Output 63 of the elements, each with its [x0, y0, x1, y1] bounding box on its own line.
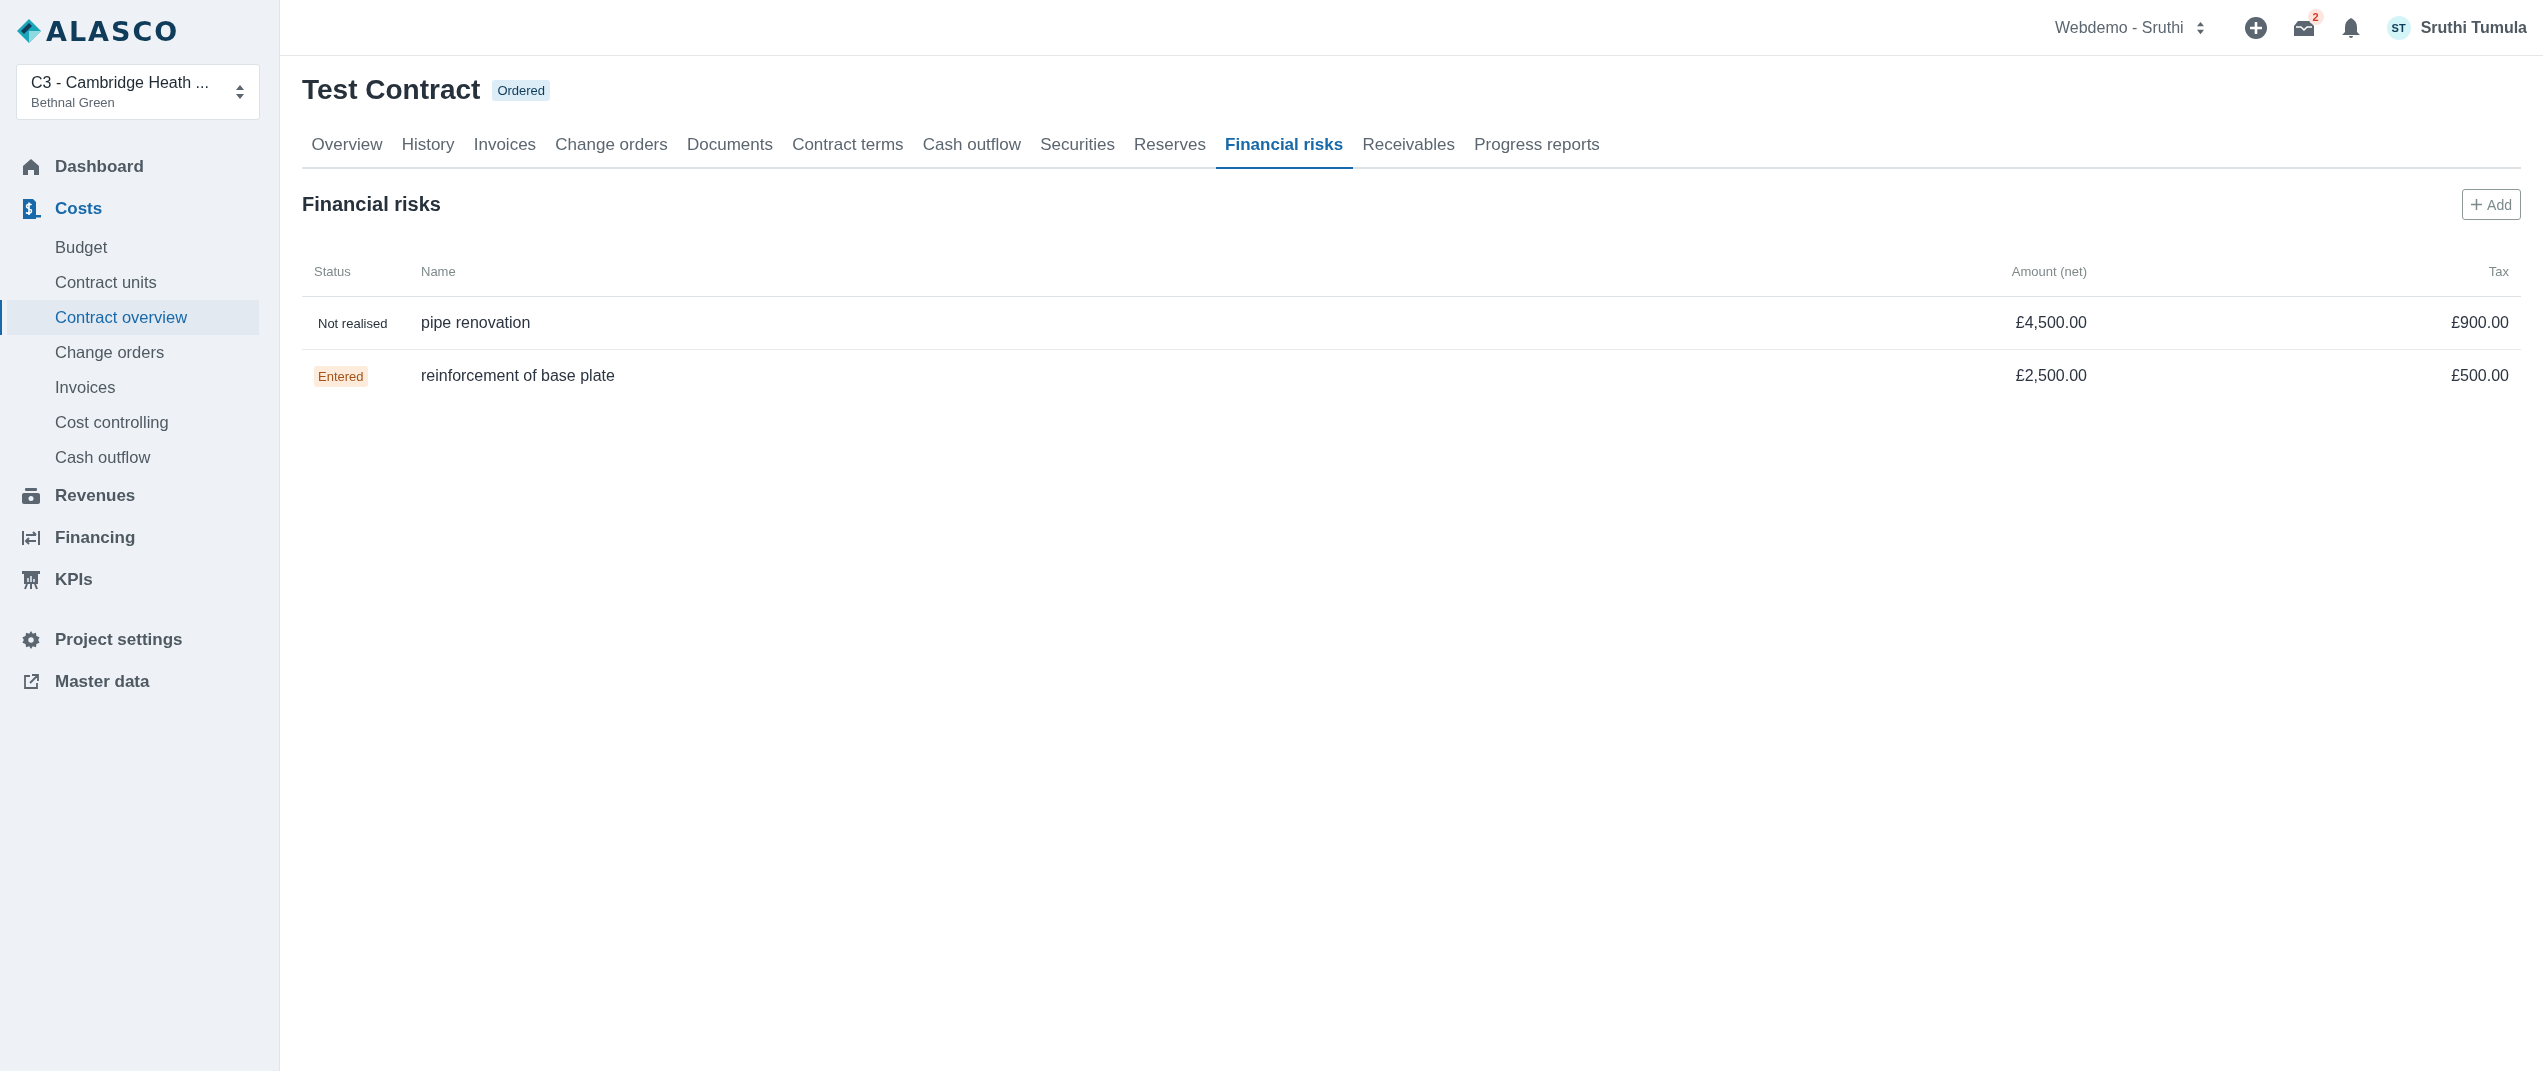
nav-item[interactable]: Costs — [0, 188, 279, 230]
tab[interactable]: Progress reports — [1464, 124, 1610, 169]
column-header: Tax — [2088, 246, 2521, 297]
nav-item[interactable]: Master data — [0, 661, 279, 703]
nav-item[interactable]: Dashboard — [0, 146, 279, 188]
project-selector[interactable]: C3 - Cambridge Heath ... Bethnal Green — [16, 64, 260, 120]
section-title: Financial risks — [302, 193, 441, 216]
add-circle-icon[interactable] — [2244, 16, 2267, 39]
tab[interactable]: Receivables — [1352, 124, 1465, 169]
column-header: Name — [420, 246, 1786, 297]
tab[interactable]: Documents — [677, 124, 783, 169]
nav-item[interactable]: Revenues — [0, 475, 279, 517]
notification-count: 2 — [2307, 8, 2324, 25]
nav-subitem[interactable]: Contract overview — [0, 300, 259, 335]
status-label: Entered — [314, 366, 368, 387]
table-cell: £500.00 — [2088, 349, 2521, 402]
nav-subitem[interactable]: Contract units — [0, 265, 259, 300]
tab[interactable]: Invoices — [464, 124, 546, 169]
logo-text: ALASCO — [46, 15, 180, 47]
table-cell: reinforcement of base plate — [420, 349, 1786, 402]
column-header: Amount (net) — [1786, 246, 2088, 297]
plus-icon — [2471, 199, 2483, 210]
status-tag: Ordered — [492, 79, 551, 101]
nav-subitem[interactable]: Change orders — [0, 335, 259, 370]
status-label: Not realised — [317, 315, 389, 333]
tab[interactable]: Cash outflow — [913, 124, 1031, 169]
logo-icon — [16, 18, 42, 44]
presentation-board-icon — [21, 570, 41, 590]
nav-item[interactable]: Project settings — [0, 619, 279, 661]
swap-arrows-icon — [21, 528, 41, 548]
project-location: Bethnal Green — [31, 95, 116, 110]
settings-icon — [22, 631, 40, 649]
table-cell: £4,500.00 — [1786, 296, 2088, 350]
nav-subitem[interactable]: Budget — [0, 230, 259, 265]
user-name[interactable]: Sruthi Tumula — [2420, 18, 2527, 37]
nav-subitem[interactable]: Cash outflow — [0, 440, 259, 475]
table-cell: pipe renovation — [420, 296, 1786, 350]
tab[interactable]: Financial risks — [1215, 124, 1353, 169]
table-cell: £900.00 — [2088, 296, 2521, 350]
document-dollar-icon — [21, 198, 41, 220]
workspace-selector[interactable]: Webdemo - Sruthi — [2054, 18, 2205, 37]
sort-arrows-icon — [2195, 20, 2205, 35]
external-link-icon — [23, 674, 39, 690]
nav-item[interactable]: Financing — [0, 517, 279, 559]
project-name: C3 - Cambridge Heath ... — [31, 74, 210, 92]
add-button[interactable]: Add — [2462, 189, 2521, 220]
table-cell: £2,500.00 — [1786, 349, 2088, 402]
cash-register-icon — [21, 486, 41, 506]
nav-subitem[interactable]: Invoices — [0, 370, 259, 405]
home-icon — [21, 157, 41, 177]
tab[interactable]: Contract terms — [782, 124, 914, 169]
tab[interactable]: Reserves — [1124, 124, 1216, 169]
nav-item[interactable]: KPIs — [0, 559, 279, 601]
tab[interactable]: History — [392, 124, 465, 169]
tab[interactable]: Securities — [1030, 124, 1125, 169]
sort-arrows-icon — [235, 84, 245, 100]
column-header: Status — [302, 246, 420, 297]
tab[interactable]: Overview — [302, 124, 393, 169]
user-avatar[interactable]: ST — [2386, 15, 2411, 40]
nav-subitem[interactable]: Cost controlling — [0, 405, 259, 440]
tab[interactable]: Change orders — [545, 124, 678, 169]
contract-title: Test Contract — [302, 74, 481, 106]
bell-icon[interactable] — [2340, 16, 2361, 39]
